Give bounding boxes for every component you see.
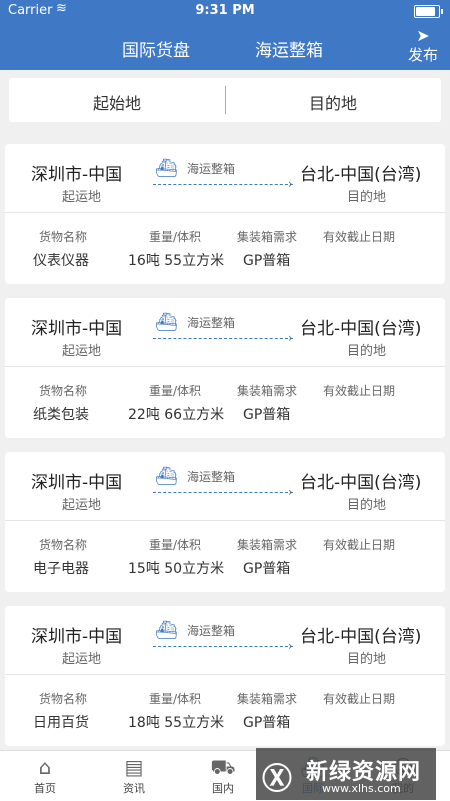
card-mode: 海运整箱 xyxy=(187,624,236,638)
tab-home[interactable]: ⌂ 首页 xyxy=(10,751,80,796)
card-origin-label: 起运地 xyxy=(62,498,102,513)
tab-news-label: 资讯 xyxy=(123,782,145,795)
watermark-url: www.xlhs.com xyxy=(322,782,401,795)
card-divider xyxy=(5,366,445,367)
weight-volume-value: 16吨 55立方米 xyxy=(128,253,225,269)
ship-icon: ⛴ xyxy=(155,466,178,487)
watermark-logo-icon: Ⓧ xyxy=(262,762,292,797)
card-origin: 深圳市-中国 xyxy=(31,319,123,339)
card-mode: 海运整箱 xyxy=(187,316,236,330)
ship-icon: ⛴ xyxy=(155,158,178,179)
card-origin: 深圳市-中国 xyxy=(31,165,123,185)
container-value: GP普箱 xyxy=(243,253,291,269)
chevron-right-icon: › xyxy=(288,485,293,499)
goods-name-header: 货物名称 xyxy=(39,230,88,244)
weight-volume-header: 重量/体积 xyxy=(149,538,202,552)
goods-name-value: 纸类包装 xyxy=(33,407,89,423)
ship-icon: ⛴ xyxy=(155,620,178,641)
container-header: 集装箱需求 xyxy=(237,384,298,398)
card-destination: 台北-中国(台湾) xyxy=(300,473,422,493)
route-line xyxy=(153,492,293,493)
goods-name-header: 货物名称 xyxy=(39,384,88,398)
battery-icon xyxy=(414,5,443,18)
card-origin: 深圳市-中国 xyxy=(31,627,123,647)
shipment-card[interactable]: 深圳市-中国 起运地 ⛴ 海运整箱 › 台北-中国(台湾) 目的地 货物名称 重… xyxy=(5,298,445,438)
tab-sea-fcl[interactable]: 海运整箱 xyxy=(255,36,323,61)
filter-bar: 起始地 目的地 xyxy=(9,78,441,122)
truck-icon: ⛟ xyxy=(210,755,236,779)
card-destination: 台北-中国(台湾) xyxy=(300,319,422,339)
weight-volume-value: 18吨 55立方米 xyxy=(128,715,225,731)
card-destination: 台北-中国(台湾) xyxy=(300,165,422,185)
tab-international-goods[interactable]: 国际货盘 xyxy=(122,36,190,61)
weight-volume-header: 重量/体积 xyxy=(149,692,202,706)
chevron-right-icon: › xyxy=(288,639,293,653)
ship-icon: ⛴ xyxy=(155,312,178,333)
shipment-card[interactable]: 深圳市-中国 起运地 ⛴ 海运整箱 › 台北-中国(台湾) 目的地 货物名称 重… xyxy=(5,452,445,592)
card-divider xyxy=(5,674,445,675)
goods-name-value: 仪表仪器 xyxy=(33,253,89,269)
goods-name-header: 货物名称 xyxy=(39,692,88,706)
expiry-header: 有效截止日期 xyxy=(323,384,396,398)
weight-volume-value: 15吨 50立方米 xyxy=(128,561,225,577)
card-mode: 海运整箱 xyxy=(187,162,236,176)
route-line xyxy=(153,338,293,339)
paper-plane-icon: ➤ xyxy=(416,26,430,45)
chevron-right-icon: › xyxy=(288,177,293,191)
weight-volume-header: 重量/体积 xyxy=(149,230,202,244)
container-header: 集装箱需求 xyxy=(237,230,298,244)
publish-label: 发布 xyxy=(407,46,438,64)
status-time: 9:31 PM xyxy=(195,3,255,18)
card-origin-label: 起运地 xyxy=(62,344,102,359)
publish-button[interactable]: ➤ 发布 xyxy=(406,28,440,65)
chevron-right-icon: › xyxy=(288,331,293,345)
expiry-header: 有效截止日期 xyxy=(323,538,396,552)
container-header: 集装箱需求 xyxy=(237,538,298,552)
goods-name-value: 日用百货 xyxy=(33,715,89,731)
container-header: 集装箱需求 xyxy=(237,692,298,706)
tab-domestic-label: 国内 xyxy=(212,782,234,795)
card-destination-label: 目的地 xyxy=(347,652,387,667)
weight-volume-value: 22吨 66立方米 xyxy=(128,407,225,423)
goods-name-value: 电子电器 xyxy=(33,561,89,577)
card-destination-label: 目的地 xyxy=(347,190,387,205)
container-value: GP普箱 xyxy=(243,715,291,731)
goods-name-header: 货物名称 xyxy=(39,538,88,552)
card-origin: 深圳市-中国 xyxy=(31,473,123,493)
card-destination: 台北-中国(台湾) xyxy=(300,627,422,647)
expiry-header: 有效截止日期 xyxy=(323,230,396,244)
news-icon: ▤ xyxy=(124,755,144,779)
shipment-card[interactable]: 深圳市-中国 起运地 ⛴ 海运整箱 › 台北-中国(台湾) 目的地 货物名称 重… xyxy=(5,606,445,746)
card-origin-label: 起运地 xyxy=(62,190,102,205)
card-divider xyxy=(5,520,445,521)
container-value: GP普箱 xyxy=(243,561,291,577)
home-icon: ⌂ xyxy=(38,755,52,779)
watermark: Ⓧ 新绿资源网 www.xlhs.com xyxy=(256,748,436,800)
route-line xyxy=(153,646,293,647)
weight-volume-header: 重量/体积 xyxy=(149,384,202,398)
nav-bar: 国际货盘 海运整箱 ➤ 发布 xyxy=(0,22,450,70)
card-destination-label: 目的地 xyxy=(347,498,387,513)
card-origin-label: 起运地 xyxy=(62,652,102,667)
container-value: GP普箱 xyxy=(243,407,291,423)
expiry-header: 有效截止日期 xyxy=(323,692,396,706)
tab-domestic[interactable]: ⛟ 国内 xyxy=(188,751,258,796)
origin-filter[interactable]: 起始地 xyxy=(9,90,225,114)
card-divider xyxy=(5,212,445,213)
destination-filter[interactable]: 目的地 xyxy=(225,90,441,114)
card-mode: 海运整箱 xyxy=(187,470,236,484)
route-line xyxy=(153,184,293,185)
tab-news[interactable]: ▤ 资讯 xyxy=(99,751,169,796)
card-destination-label: 目的地 xyxy=(347,344,387,359)
status-bar: Carrier ≋ 9:31 PM xyxy=(0,0,450,22)
tab-home-label: 首页 xyxy=(34,782,56,795)
shipment-card[interactable]: 深圳市-中国 起运地 ⛴ 海运整箱 › 台北-中国(台湾) 目的地 货物名称 重… xyxy=(5,144,445,284)
